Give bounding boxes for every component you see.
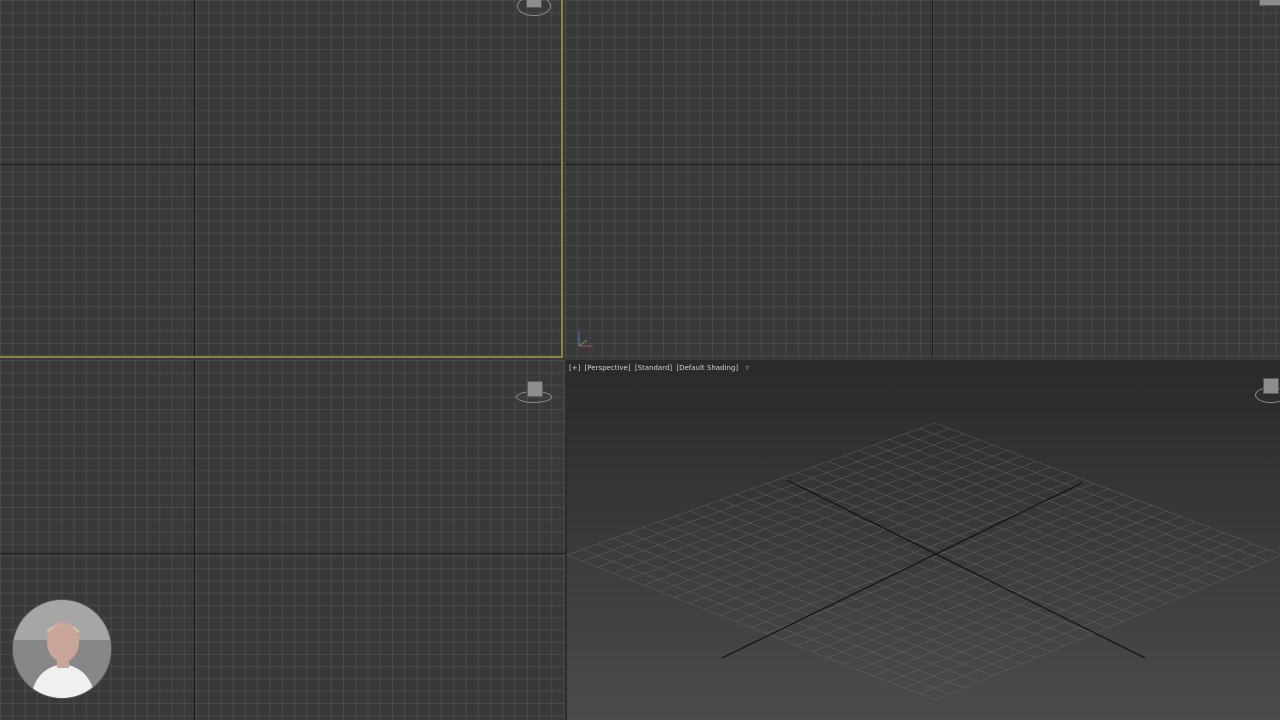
grid-line xyxy=(904,543,1254,689)
grid-axis-vertical xyxy=(932,0,933,358)
grid-line xyxy=(873,532,1225,677)
axis-tripod-icon xyxy=(578,332,593,347)
grid-line xyxy=(658,521,1022,665)
viewport-workspace: [+] [Perspective] [Standard] [Default Sh… xyxy=(0,0,1280,720)
grid-line xyxy=(796,505,1152,646)
grid-line xyxy=(582,549,950,695)
viewcube-icon[interactable] xyxy=(526,0,542,8)
grid-line xyxy=(934,422,1280,555)
viewport-front[interactable] xyxy=(565,0,1280,358)
grid-line xyxy=(919,549,1268,695)
grid-line xyxy=(827,516,1181,658)
grid-axis-horizontal xyxy=(0,553,565,554)
viewcube-icon[interactable] xyxy=(527,381,543,397)
grid-line xyxy=(674,516,1037,658)
presenter-avatar xyxy=(13,600,111,698)
viewport-perspective[interactable]: [+] [Perspective] [Standard] [Default Sh… xyxy=(565,360,1280,720)
grid-line xyxy=(628,532,993,677)
grid-axis-vertical xyxy=(194,360,195,720)
grid-line xyxy=(643,527,1008,671)
grid-line xyxy=(858,527,1210,671)
grid-axis-vertical xyxy=(194,0,195,356)
grid-line xyxy=(934,555,1280,701)
grid-axis-horizontal xyxy=(565,164,1280,165)
grid-line xyxy=(567,554,936,701)
grid-line xyxy=(888,538,1239,683)
grid-line xyxy=(812,510,1167,652)
grid-line xyxy=(597,543,965,689)
viewcube-icon[interactable] xyxy=(1259,0,1280,6)
viewport-top[interactable] xyxy=(0,0,563,358)
grid-line xyxy=(842,521,1196,665)
viewcube-icon[interactable] xyxy=(1263,378,1279,394)
grid-axis-horizontal xyxy=(0,164,561,165)
grid-line xyxy=(781,499,1138,640)
webcam-overlay xyxy=(12,599,112,699)
perspective-grid xyxy=(567,422,1280,701)
